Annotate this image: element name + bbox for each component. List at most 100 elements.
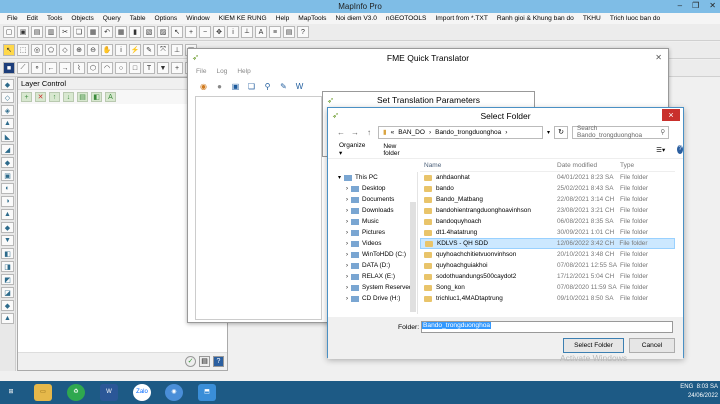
grid-icon[interactable]: ▦ xyxy=(115,26,127,38)
col-date[interactable]: Date modified xyxy=(557,162,620,169)
chart-icon[interactable]: ▮ xyxy=(129,26,141,38)
polygon-select-icon[interactable]: ⬠ xyxy=(45,44,57,56)
mapinfo-task-icon[interactable]: ⬒ xyxy=(198,384,216,401)
back-icon[interactable]: ← xyxy=(336,128,346,137)
menu-maptools[interactable]: MapTools xyxy=(298,15,326,22)
list-item[interactable]: trichluc1,4MADtaptrung 09/10/2021 8:50 SA… xyxy=(420,293,675,304)
menu-window[interactable]: Window xyxy=(186,15,209,22)
label-tool-icon[interactable]: ✎ xyxy=(143,44,155,56)
expand-icon[interactable]: › xyxy=(346,252,348,258)
tool-icon-11[interactable]: ▲ xyxy=(1,209,14,220)
text-icon[interactable]: T xyxy=(143,62,155,74)
cancel-button[interactable]: Cancel xyxy=(629,338,675,353)
arrow-left-icon[interactable]: ← xyxy=(45,62,57,74)
boundary-icon[interactable]: ◇ xyxy=(59,44,71,56)
fme-menu-file[interactable]: File xyxy=(196,68,206,75)
tool-icon-1[interactable]: ◆ xyxy=(1,79,14,90)
fme-copy-icon[interactable]: ❏ xyxy=(246,81,257,92)
menu-table[interactable]: Table xyxy=(130,15,146,22)
edit-icon[interactable]: ✎ xyxy=(278,81,289,92)
col-type[interactable]: Type xyxy=(620,162,675,169)
map-icon[interactable]: ▧ xyxy=(143,26,155,38)
ruler-icon[interactable]: ⟂ xyxy=(241,26,253,38)
refresh-button[interactable]: ↻ xyxy=(554,125,569,139)
menu-objects[interactable]: Objects xyxy=(71,15,93,22)
help-layer-icon[interactable]: ? xyxy=(213,356,224,367)
nav-scrollbar[interactable] xyxy=(410,202,416,312)
tool-icon-19[interactable]: ▲ xyxy=(1,313,14,324)
menu-options[interactable]: Options xyxy=(155,15,178,22)
menu-edit[interactable]: Edit xyxy=(27,15,38,22)
layer-props-icon[interactable]: ▤ xyxy=(77,92,88,102)
fme-menu-log[interactable]: Log xyxy=(216,68,227,75)
tool-icon-8[interactable]: ▣ xyxy=(1,170,14,181)
list-item[interactable]: quyhoachchitietvuonvinhson 20/10/2021 3:4… xyxy=(420,249,675,260)
expand-icon[interactable]: › xyxy=(346,274,348,280)
explorer-icon[interactable]: ▭ xyxy=(34,384,52,401)
menu-import-txt[interactable]: Import from *.TXT xyxy=(435,15,487,22)
list-item[interactable]: Bando_Matbang 22/08/2021 3:14 CH File fold… xyxy=(420,194,675,205)
zoom-in-icon[interactable]: + xyxy=(185,26,197,38)
tree-item-system-reserved[interactable]: › System Reserved xyxy=(336,282,417,293)
label-icon[interactable]: A xyxy=(255,26,267,38)
tool-icon-7[interactable]: ◆ xyxy=(1,157,14,168)
menu-ranh-gioi[interactable]: Ranh gioi & Khung ban do xyxy=(497,15,574,22)
word-icon[interactable]: W xyxy=(100,384,118,401)
line-icon[interactable]: ⟋ xyxy=(17,62,29,74)
minimize-icon[interactable]: – xyxy=(678,1,682,10)
menu-file[interactable]: File xyxy=(7,15,18,22)
tree-item-videos[interactable]: › Videos xyxy=(336,238,417,249)
tool-icon-17[interactable]: ◪ xyxy=(1,287,14,298)
fme-close-icon[interactable]: ✕ xyxy=(655,53,662,62)
tool-icon-16[interactable]: ◩ xyxy=(1,274,14,285)
layer-icon[interactable]: ≡ xyxy=(269,26,281,38)
options-icon[interactable]: ▤ xyxy=(199,356,210,367)
draw-symbol-icon[interactable]: ■ xyxy=(3,62,15,74)
layout-icon[interactable]: ▨ xyxy=(157,26,169,38)
list-item[interactable]: Song_kon 07/08/2020 11:59 SA File folder xyxy=(420,282,675,293)
breadcrumb-ban-do[interactable]: BAN_DO xyxy=(398,129,425,136)
list-item[interactable]: bando 25/02/2021 8:43 SA File folder xyxy=(420,183,675,194)
node-icon[interactable]: ⚬ xyxy=(31,62,43,74)
expand-icon[interactable]: › xyxy=(346,208,348,214)
fme-save-icon[interactable]: ▣ xyxy=(230,81,241,92)
tree-item-drive-c[interactable]: › WinToHDD (C:) xyxy=(336,249,417,260)
expand-icon[interactable]: › xyxy=(346,296,348,302)
view-icon[interactable]: ☰▾ xyxy=(656,146,665,154)
tree-item-documents[interactable]: › Documents xyxy=(336,194,417,205)
zalo-icon[interactable]: Zalo xyxy=(133,384,151,401)
list-item[interactable]: sodothuandungs500caydot2 17/12/2021 5:04 … xyxy=(420,271,675,282)
legend-icon[interactable]: ▤ xyxy=(283,26,295,38)
tool-icon-14[interactable]: ◧ xyxy=(1,248,14,259)
expand-icon[interactable]: › xyxy=(346,186,348,192)
tool-icon-3[interactable]: ◈ xyxy=(1,105,14,116)
list-item[interactable]: dt1.4hatatrung 30/09/2021 1:01 CH File fol… xyxy=(420,227,675,238)
close-icon[interactable]: ✕ xyxy=(709,1,716,10)
cross-icon[interactable]: + xyxy=(171,62,183,74)
help-icon[interactable]: ? xyxy=(677,145,683,154)
list-item[interactable]: quyhoachguiakhoi 07/08/2021 12:55 SA File … xyxy=(420,260,675,271)
tray-date[interactable]: 24/06/2022 xyxy=(688,393,718,399)
tree-item-this-pc[interactable]: ▾ This PC xyxy=(336,172,417,183)
pan-icon[interactable]: ✥ xyxy=(213,26,225,38)
organize-button[interactable]: Organize ▾ xyxy=(339,142,365,157)
menu-ngeotools[interactable]: nGEOTOOLS xyxy=(386,15,427,22)
chrome-icon[interactable]: ◉ xyxy=(165,384,183,401)
remove-layer-icon[interactable]: ✕ xyxy=(35,92,46,102)
move-down-icon[interactable]: ↓ xyxy=(63,92,74,102)
zoom-minus-icon[interactable]: ⊖ xyxy=(87,44,99,56)
add-layer-icon[interactable]: + xyxy=(21,92,32,102)
tree-item-music[interactable]: › Music xyxy=(336,216,417,227)
menu-trich-luoc[interactable]: Trich luoc ban do xyxy=(610,15,660,22)
expand-icon[interactable]: › xyxy=(346,285,348,291)
zoom-out-icon[interactable]: − xyxy=(199,26,211,38)
menu-kiem-ke-rung[interactable]: KIEM KE RUNG xyxy=(219,15,267,22)
display-icon[interactable]: ◧ xyxy=(91,92,102,102)
info-icon[interactable]: i xyxy=(227,26,239,38)
arrow-tool-icon[interactable]: ↖ xyxy=(3,44,15,56)
arc-icon[interactable]: ◠ xyxy=(101,62,113,74)
new-folder-button[interactable]: New folder xyxy=(383,143,403,157)
tool-icon-18[interactable]: ◆ xyxy=(1,300,14,311)
tree-item-downloads[interactable]: › Downloads xyxy=(336,205,417,216)
select-icon[interactable]: ↖ xyxy=(171,26,183,38)
